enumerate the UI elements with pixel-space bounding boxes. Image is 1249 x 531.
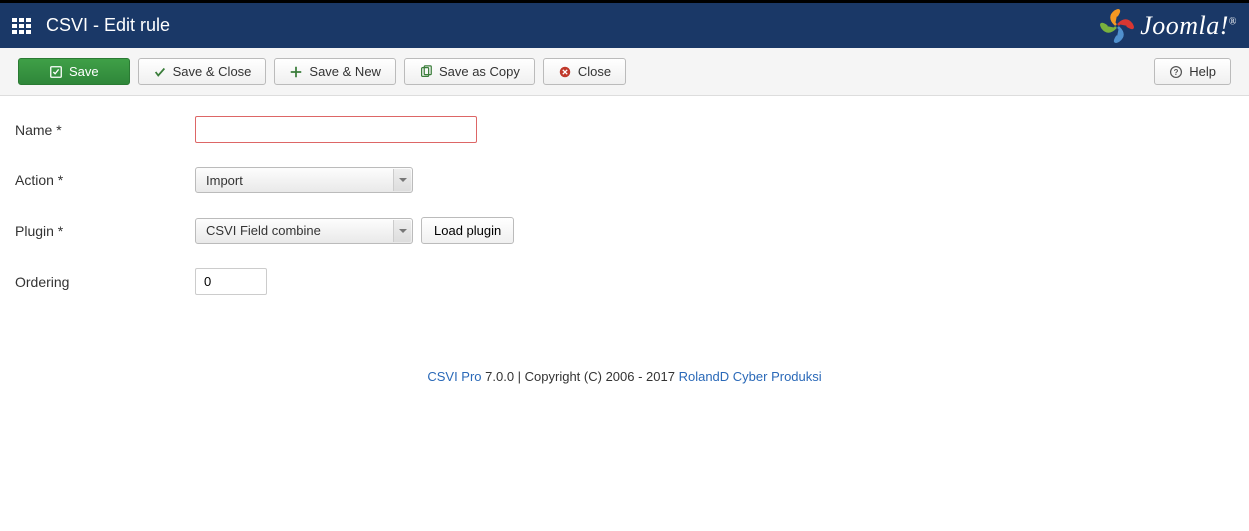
save-button[interactable]: Save	[18, 58, 130, 85]
name-input[interactable]	[195, 116, 477, 143]
save-copy-button[interactable]: Save as Copy	[404, 58, 535, 85]
brand-name: Joomla!	[1140, 11, 1229, 40]
action-label: Action *	[15, 172, 195, 188]
apply-icon	[49, 65, 63, 79]
joomla-mark-icon	[1098, 8, 1136, 44]
help-icon: ?	[1169, 65, 1183, 79]
close-button[interactable]: Close	[543, 58, 626, 85]
svg-text:?: ?	[1174, 68, 1179, 77]
save-new-button[interactable]: Save & New	[274, 58, 396, 85]
joomla-logo: Joomla!®	[1098, 8, 1237, 44]
copy-icon	[419, 65, 433, 79]
toolbar: Save Save & Close Save & New Save as Cop…	[0, 48, 1249, 96]
action-select[interactable]: Import	[195, 167, 413, 193]
footer-link-csvi[interactable]: CSVI Pro	[427, 369, 481, 384]
action-value: Import	[206, 173, 243, 188]
save-close-button[interactable]: Save & Close	[138, 58, 267, 85]
footer-link-rolandd[interactable]: RolandD Cyber Produksi	[679, 369, 822, 384]
chevron-down-icon	[393, 169, 411, 191]
footer: CSVI Pro 7.0.0 | Copyright (C) 2006 - 20…	[0, 369, 1249, 384]
menu-grid-icon[interactable]	[12, 17, 34, 35]
plus-icon	[289, 65, 303, 79]
cancel-icon	[558, 65, 572, 79]
ordering-label: Ordering	[15, 274, 195, 290]
check-icon	[153, 65, 167, 79]
header-bar: CSVI - Edit rule Joomla!®	[0, 3, 1249, 48]
name-label: Name *	[15, 122, 195, 138]
plugin-select[interactable]: CSVI Field combine	[195, 218, 413, 244]
footer-copyright: 7.0.0 | Copyright (C) 2006 - 2017	[482, 369, 679, 384]
help-button[interactable]: ? Help	[1154, 58, 1231, 85]
chevron-down-icon	[393, 220, 411, 242]
page-title: CSVI - Edit rule	[46, 15, 170, 36]
plugin-label: Plugin *	[15, 223, 195, 239]
form-area: Name * Action * Import Plugin * CSVI Fie…	[0, 96, 1249, 339]
ordering-input[interactable]	[195, 268, 267, 295]
plugin-value: CSVI Field combine	[206, 223, 321, 238]
load-plugin-button[interactable]: Load plugin	[421, 217, 514, 244]
